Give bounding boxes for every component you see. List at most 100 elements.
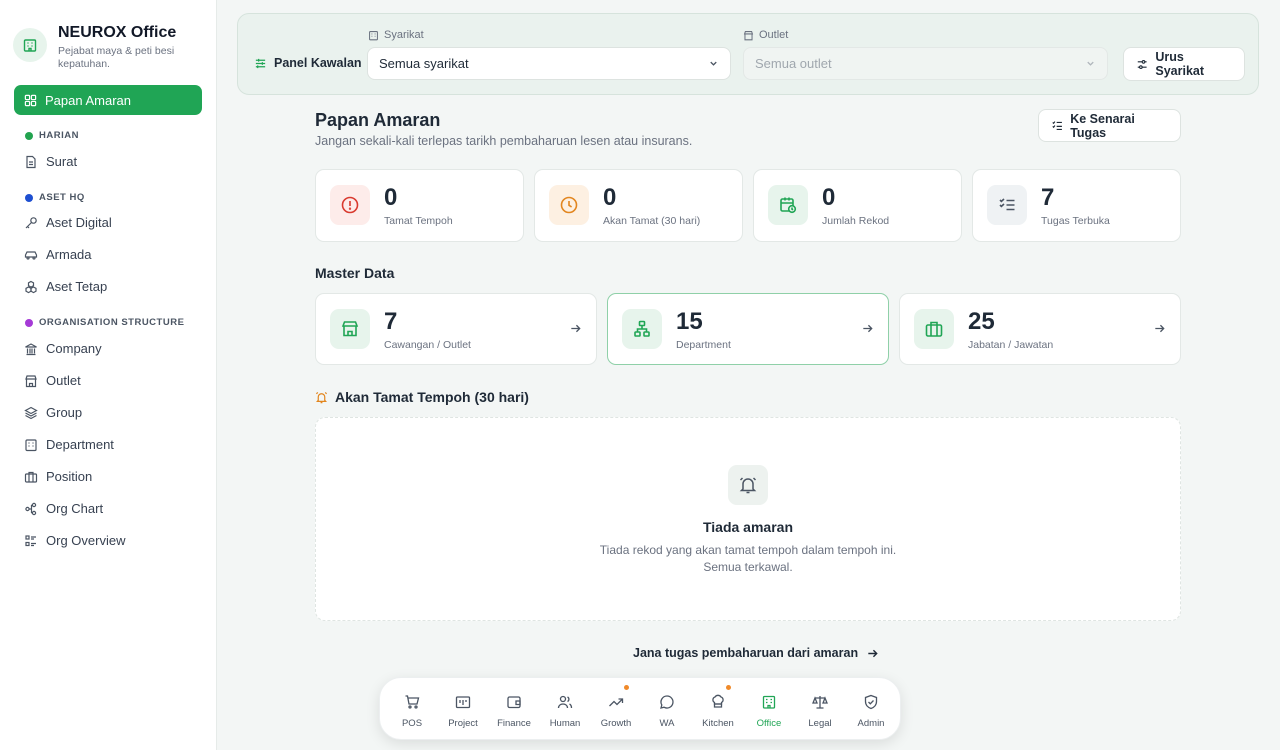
stat-card-open-tasks[interactable]: 7 Tugas Terbuka: [972, 169, 1181, 242]
section-harian: HARIAN: [25, 130, 79, 141]
sidebar-item-org-chart[interactable]: Org Chart: [24, 501, 103, 516]
empty-description: Tiada rekod yang akan tamat tempoh dalam…: [599, 543, 897, 574]
checklist-icon: [1052, 121, 1062, 130]
master-card-position[interactable]: 25 Jabatan / Jawatan: [899, 293, 1181, 365]
dock-item-project[interactable]: Project: [438, 694, 488, 729]
sidebar-item-aset-digital[interactable]: Aset Digital: [24, 215, 112, 230]
wallet-icon: [507, 696, 521, 709]
brand-subtitle: Pejabat maya & peti besi kepatuhan.: [58, 45, 175, 70]
bell-icon: [728, 465, 768, 505]
expiring-section-title: Akan Tamat Tempoh (30 hari): [315, 389, 529, 405]
arrow-right-icon: [571, 324, 581, 333]
stat-label: Tamat Tempoh: [384, 215, 453, 227]
stat-card-expired[interactable]: 0 Tamat Tempoh: [315, 169, 524, 242]
section-dot: [25, 131, 33, 140]
master-card-department[interactable]: 15 Department: [607, 293, 889, 365]
master-value: 25: [968, 308, 995, 335]
task-list-button[interactable]: Ke Senarai Tugas: [1038, 109, 1181, 142]
briefcase-icon: [24, 471, 38, 483]
bell-alarm-icon: [315, 391, 328, 403]
briefcase-icon: [914, 309, 954, 349]
sidebar-item-armada[interactable]: Armada: [24, 247, 92, 262]
boxes-icon: [25, 280, 37, 293]
sidebar-item-label: Papan Amaran: [45, 92, 132, 108]
generate-renewal-tasks-link[interactable]: Jana tugas pembaharuan dari amaran: [633, 646, 879, 660]
sidebar: NEUROX Office Pejabat maya & peti besi k…: [0, 0, 217, 750]
company-select[interactable]: Semua syarikat: [367, 47, 731, 80]
layers-icon: [24, 406, 38, 419]
dock-item-admin[interactable]: Admin: [846, 694, 896, 729]
office-building-icon: [762, 695, 776, 709]
settings-sliders-icon: [1137, 59, 1147, 69]
arrow-right-icon: [1155, 324, 1165, 333]
office-building-icon: [13, 28, 47, 62]
stat-card-expiring[interactable]: 0 Akan Tamat (30 hari): [534, 169, 743, 242]
bank-icon: [25, 342, 37, 355]
company-field-label: Syarikat: [368, 29, 424, 41]
org-chart-icon: [622, 309, 662, 349]
stat-value: 0: [822, 184, 836, 211]
control-panel: Panel Kawalan Syarikat Semua syarikat Ou…: [237, 13, 1259, 95]
dock-item-kitchen[interactable]: Kitchen: [693, 685, 743, 729]
master-label: Jabatan / Jawatan: [968, 339, 1054, 351]
outlet-select[interactable]: Semua outlet: [743, 47, 1108, 80]
section-organisation-structure: ORGANISATION STRUCTURE: [25, 317, 184, 328]
app-dock: POS Project Finance Human Growth WA Kitc…: [379, 677, 901, 740]
cart-icon: [405, 695, 420, 709]
manage-company-button[interactable]: Urus Syarikat: [1123, 47, 1245, 81]
page-subtitle: Jangan sekali-kali terlepas tarikh pemba…: [315, 134, 693, 148]
calendar-clock-icon: [768, 185, 808, 225]
master-card-outlet[interactable]: 7 Cawangan / Outlet: [315, 293, 597, 365]
stat-value: 0: [603, 184, 617, 211]
dock-item-office[interactable]: Office: [744, 694, 794, 729]
stat-card-records[interactable]: 0 Jumlah Rekod: [753, 169, 962, 242]
sidebar-item-outlet[interactable]: Outlet: [24, 373, 81, 388]
sidebar-item-surat[interactable]: Surat: [24, 154, 77, 169]
sidebar-item-group[interactable]: Group: [24, 405, 82, 420]
dock-item-growth[interactable]: Growth: [591, 685, 641, 729]
building-icon: [369, 30, 378, 40]
shield-check-icon: [864, 694, 878, 710]
sidebar-item-company[interactable]: Company: [24, 341, 102, 356]
chat-bubble-icon: [660, 695, 674, 709]
master-label: Department: [676, 339, 731, 351]
arrow-right-icon: [863, 324, 873, 333]
building-icon: [25, 438, 37, 451]
empty-title: Tiada amaran: [702, 519, 793, 535]
users-icon: [557, 695, 573, 709]
clock-icon: [549, 185, 589, 225]
dock-item-wa[interactable]: WA: [642, 694, 692, 729]
kanban-icon: [455, 696, 471, 709]
section-aset-hq: ASET HQ: [25, 192, 85, 203]
store-icon: [25, 374, 37, 387]
stat-value: 7: [1041, 184, 1055, 211]
store-icon: [330, 309, 370, 349]
section-dot: [25, 193, 33, 202]
master-value: 15: [676, 308, 703, 335]
chef-hat-icon: [712, 694, 724, 708]
sidebar-item-papan-amaran[interactable]: Papan Amaran: [14, 85, 202, 115]
notification-dot: [624, 685, 629, 690]
sidebar-item-aset-tetap[interactable]: Aset Tetap: [24, 279, 107, 294]
trending-up-icon: [609, 698, 624, 707]
dock-item-human[interactable]: Human: [540, 694, 590, 729]
brand: NEUROX Office Pejabat maya & peti besi k…: [13, 22, 188, 71]
stat-label: Tugas Terbuka: [1041, 215, 1110, 227]
dock-item-pos[interactable]: POS: [387, 694, 437, 729]
dashboard-icon: [24, 94, 37, 106]
sidebar-item-position[interactable]: Position: [24, 469, 92, 484]
sidebar-item-org-overview[interactable]: Org Overview: [24, 533, 125, 548]
empty-state: Tiada amaran Tiada rekod yang akan tamat…: [315, 417, 1181, 621]
sidebar-item-department[interactable]: Department: [24, 437, 114, 452]
master-label: Cawangan / Outlet: [384, 339, 471, 351]
alert-circle-icon: [330, 185, 370, 225]
master-data-title: Master Data: [315, 265, 395, 281]
stat-value: 0: [384, 184, 398, 211]
store-icon: [743, 30, 754, 40]
notification-dot: [726, 685, 731, 690]
dock-item-legal[interactable]: Legal: [795, 694, 845, 729]
chevron-down-icon: [1087, 61, 1094, 66]
dock-item-finance[interactable]: Finance: [489, 694, 539, 729]
stat-label: Jumlah Rekod: [822, 215, 890, 227]
panel-title: Panel Kawalan: [254, 56, 362, 70]
